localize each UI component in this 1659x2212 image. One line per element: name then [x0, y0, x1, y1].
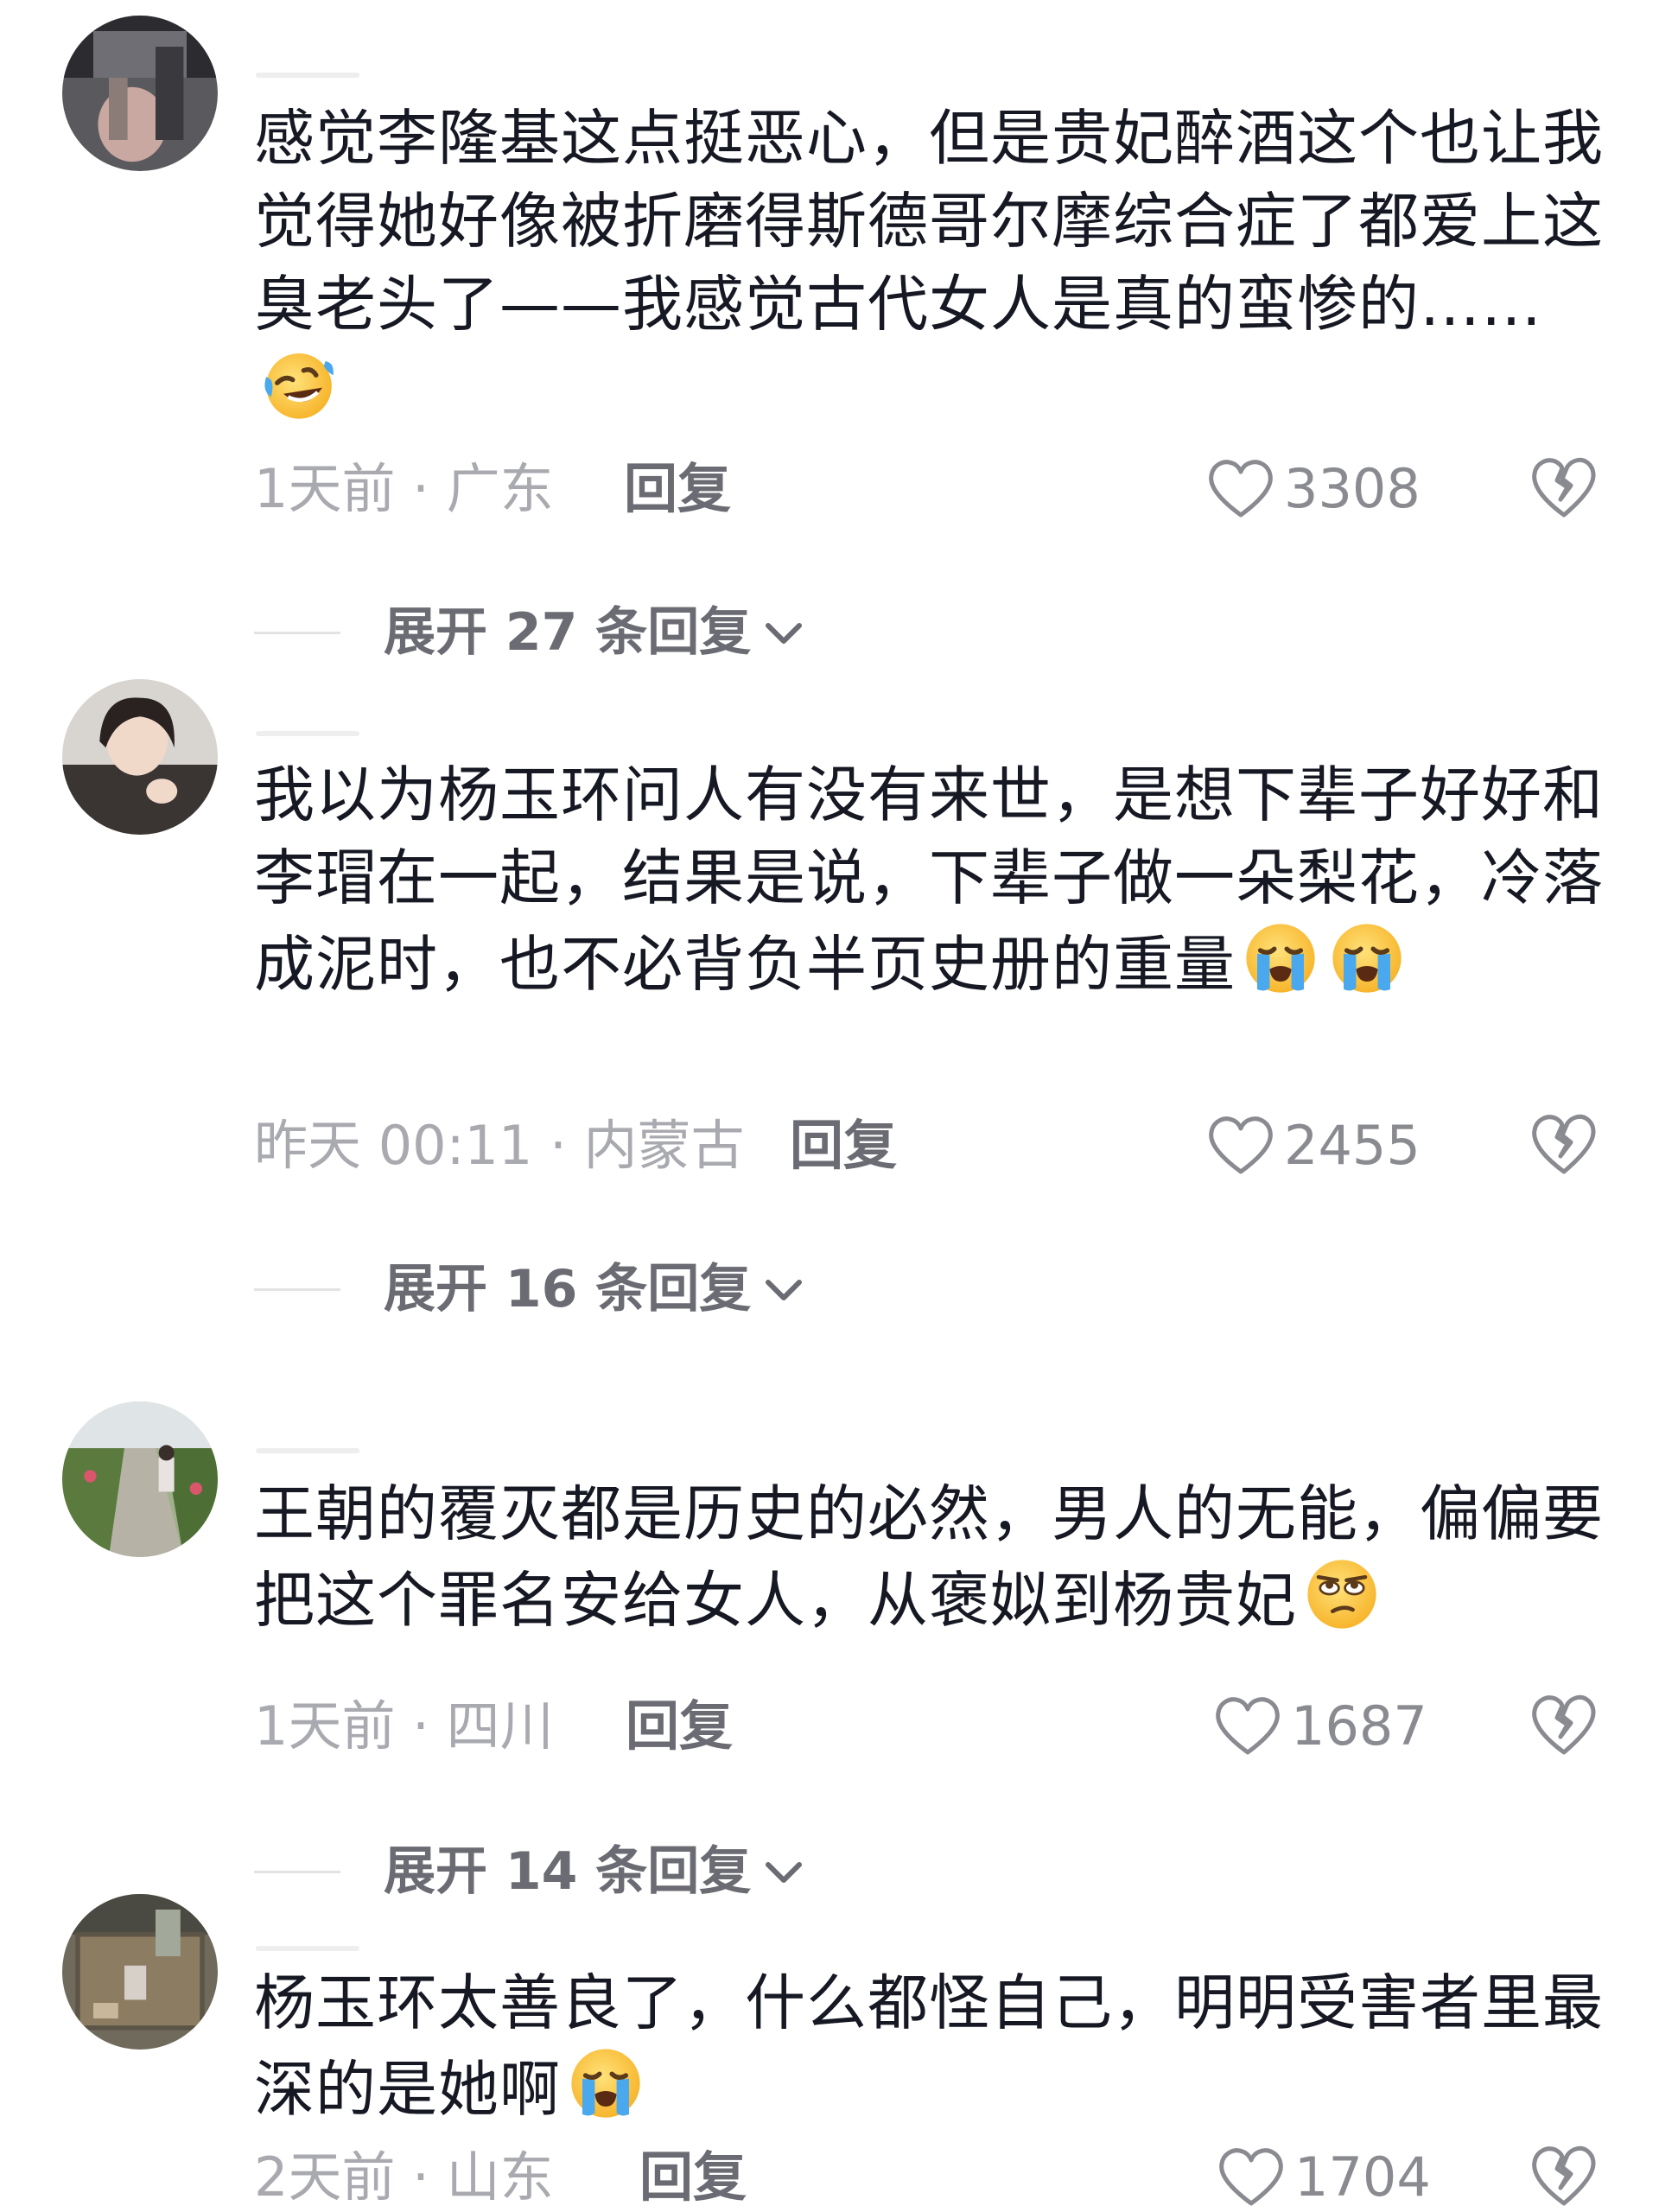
like-count: 1704: [1294, 2145, 1431, 2209]
broken-heart-icon: [1532, 457, 1596, 518]
dislike-button[interactable]: [1529, 1692, 1599, 1758]
comment-meta: 2天前 · 山东: [254, 2145, 554, 2209]
comment-text: 王朝的覆灭都是历史的必然，男人的无能，偏偏要把这个罪名安给女人，从褒姒到杨贵妃: [254, 1478, 1604, 1636]
username-placeholder[interactable]: [256, 73, 359, 78]
like-button[interactable]: 1687: [1213, 1692, 1427, 1761]
chevron-down-icon: [766, 1280, 803, 1300]
dislike-button[interactable]: [1529, 454, 1599, 520]
expand-replies[interactable]: 展开 14 条回复: [254, 1837, 808, 1906]
reply-button[interactable]: 回复: [639, 2143, 747, 2212]
divider-line: [254, 1870, 340, 1873]
dislike-button[interactable]: [1529, 1111, 1599, 1177]
heart-outline-icon: [1216, 1697, 1280, 1755]
expand-replies[interactable]: 展开 16 条回复: [254, 1255, 808, 1324]
like-button[interactable]: 1704: [1217, 2143, 1431, 2212]
broken-heart-icon: [1532, 2145, 1596, 2206]
avatar-image: [62, 1894, 218, 2050]
comment-meta: 1天前 · 广东: [254, 457, 554, 520]
broken-heart-icon: [1532, 1694, 1596, 1755]
avatar[interactable]: [62, 1402, 218, 1557]
username-placeholder[interactable]: [256, 1448, 359, 1453]
eye-roll-emoji: [1300, 1555, 1383, 1633]
like-count: 3308: [1284, 457, 1421, 520]
avatar[interactable]: [62, 679, 218, 835]
expand-replies-label: 展开 14 条回复: [384, 1841, 752, 1902]
broken-heart-icon: [1532, 1114, 1596, 1174]
rofl-emoji: [257, 346, 340, 423]
avatar[interactable]: [62, 1894, 218, 2050]
like-button[interactable]: 3308: [1206, 454, 1421, 524]
avatar-image: [62, 679, 218, 835]
dislike-button[interactable]: [1529, 2143, 1599, 2209]
comment-text: 我以为杨玉环问人有没有来世，是想下辈子好好和李瑁在一起，结果是说，下辈子做一朵梨…: [254, 760, 1604, 1000]
reply-button[interactable]: 回复: [626, 1692, 733, 1761]
chevron-down-icon: [766, 623, 803, 644]
divider-line: [254, 1287, 340, 1291]
avatar-image: [62, 16, 218, 171]
like-count: 1687: [1291, 1694, 1427, 1758]
expand-replies-label: 展开 16 条回复: [384, 1259, 752, 1319]
expand-replies-label: 展开 27 条回复: [384, 602, 752, 663]
avatar-image: [62, 1402, 218, 1557]
username-placeholder[interactable]: [256, 731, 359, 736]
crying-emoji: [564, 2044, 647, 2122]
reply-button[interactable]: 回复: [790, 1111, 897, 1180]
heart-outline-icon: [1209, 1116, 1273, 1174]
crying-emoji: [1325, 919, 1408, 997]
chevron-down-icon: [766, 1862, 803, 1883]
divider-line: [254, 631, 340, 634]
avatar[interactable]: [62, 16, 218, 171]
heart-outline-icon: [1209, 460, 1273, 518]
comment-text: 感觉李隆基这点挺恶心，但是贵妃醉酒这个也让我觉得她好像被折磨得斯德哥尔摩综合症了…: [254, 97, 1619, 432]
heart-outline-icon: [1219, 2148, 1283, 2206]
username-placeholder[interactable]: [256, 1946, 359, 1951]
like-count: 2455: [1284, 1114, 1421, 1177]
crying-emoji: [1239, 919, 1322, 997]
comment-meta: 1天前 · 四川: [254, 1694, 554, 1758]
comment-meta: 昨天 00:11 · 内蒙古: [254, 1114, 745, 1177]
comment-text: 杨玉环太善良了，什么都怪自己，明明受害者里最深的是她啊: [254, 1967, 1604, 2125]
expand-replies[interactable]: 展开 27 条回复: [254, 598, 808, 667]
reply-button[interactable]: 回复: [624, 454, 731, 524]
like-button[interactable]: 2455: [1206, 1111, 1421, 1180]
